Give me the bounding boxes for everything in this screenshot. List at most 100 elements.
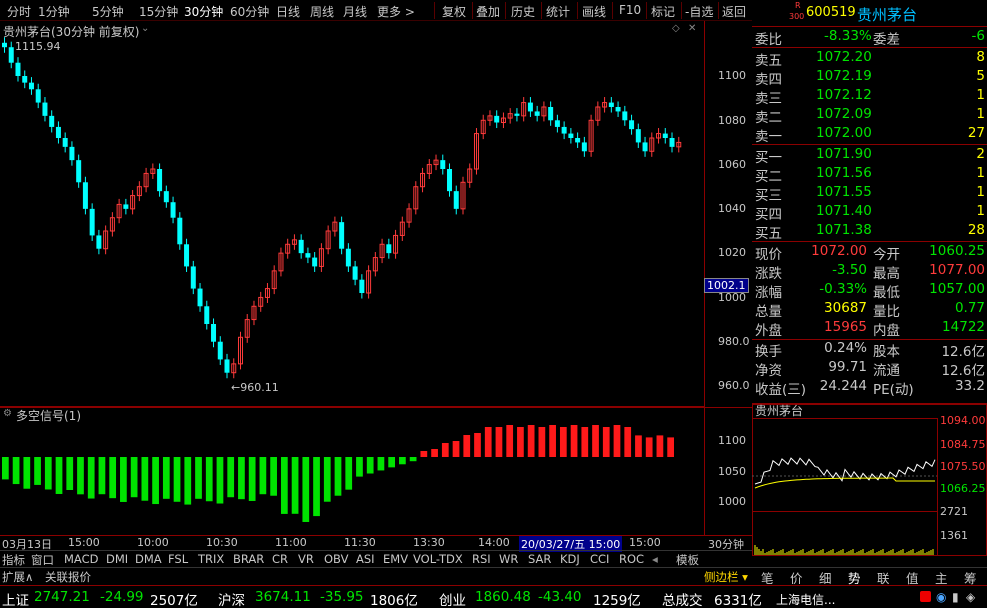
diamond-icon[interactable]: ◇ xyxy=(672,23,680,34)
gear-icon[interactable]: ⚙ xyxy=(3,408,12,419)
back-button[interactable]: 返回 xyxy=(722,3,746,20)
info-row: 收益(三) 24.244 PE(动) 33.2 xyxy=(752,377,987,398)
candle-body xyxy=(82,182,88,209)
period-tab-30min[interactable]: 30分钟 xyxy=(184,3,223,20)
period-tab-daily[interactable]: 日线 xyxy=(276,3,300,20)
tab-fsl[interactable]: FSL xyxy=(168,552,188,566)
signal-bar-negative xyxy=(87,457,95,499)
tab-obv[interactable]: OBV xyxy=(324,552,348,566)
settings-icon[interactable]: ◈ xyxy=(966,590,975,604)
tab-indicator[interactable]: 指标 xyxy=(2,552,25,568)
history-button[interactable]: 历史 xyxy=(511,3,535,20)
ask-row[interactable]: 卖三 1072.12 1 xyxy=(752,86,987,107)
index-value: 2747.21 xyxy=(34,589,90,605)
index-name[interactable]: 上证 xyxy=(2,589,29,608)
remove-favorite-button[interactable]: -自选 xyxy=(685,3,713,20)
indicator-title: 多空信号(1) xyxy=(16,409,81,423)
mini-intraday-chart[interactable]: 贵州茅台 1094.00 1084.75 1075.50 1066.25 272… xyxy=(752,404,987,556)
period-tab-fenshi[interactable]: 分时 xyxy=(7,3,31,20)
signal-bar-negative xyxy=(98,457,106,495)
stats-button[interactable]: 统计 xyxy=(546,3,570,20)
bid-row[interactable]: 买一 1071.90 2 xyxy=(752,145,987,166)
ask-row[interactable]: 卖二 1072.09 1 xyxy=(752,105,987,126)
period-tab-60min[interactable]: 60分钟 xyxy=(230,3,269,20)
tab-macd[interactable]: MACD xyxy=(64,552,98,566)
tab-cr[interactable]: CR xyxy=(272,552,288,566)
chevron-down-icon[interactable]: ⌄ xyxy=(141,23,149,34)
tab-rsi[interactable]: RSI xyxy=(472,552,491,566)
f10-button[interactable]: F10 xyxy=(619,3,641,17)
expand-button[interactable]: 扩展∧ xyxy=(2,569,33,585)
tab-brar[interactable]: BRAR xyxy=(233,552,264,566)
index-name[interactable]: 沪深 xyxy=(218,589,245,608)
period-tab-weekly[interactable]: 周线 xyxy=(310,3,334,20)
signal-bar-negative xyxy=(366,457,374,474)
ask-row[interactable]: 卖五 1072.20 8 xyxy=(752,48,987,69)
r-badge-num: 300 xyxy=(789,12,805,21)
info-label: 换手 xyxy=(755,344,782,360)
tab-cci[interactable]: CCI xyxy=(590,552,609,566)
candle-body xyxy=(55,126,61,138)
bid-row[interactable]: 买二 1071.56 1 xyxy=(752,164,987,185)
chevron-left-icon[interactable]: ◂ xyxy=(652,552,658,566)
tab-roc[interactable]: ROC xyxy=(619,552,644,566)
ask-label: 卖一 xyxy=(755,129,782,145)
tab-template[interactable]: 模板 xyxy=(676,552,699,568)
tab-emv[interactable]: EMV xyxy=(383,552,408,566)
tab-asi[interactable]: ASI xyxy=(356,552,375,566)
signal-bar-negative xyxy=(205,457,213,502)
signal-bar-negative xyxy=(23,457,31,489)
signal-bar-negative xyxy=(77,457,84,495)
info-value: 24.244 xyxy=(819,378,867,394)
related-quote-button[interactable]: 关联报价 xyxy=(45,569,91,585)
index-name[interactable]: 创业 xyxy=(439,589,466,608)
stat-value: 1060.25 xyxy=(929,243,985,259)
mark-button[interactable]: 标记 xyxy=(651,3,675,20)
stat-value: -3.50 xyxy=(832,262,867,278)
tab-window[interactable]: 窗口 xyxy=(31,552,54,568)
ask-volume: 1 xyxy=(976,87,985,103)
draw-line-button[interactable]: 画线 xyxy=(582,3,606,20)
candle-body xyxy=(204,306,210,324)
info-value: 0.24% xyxy=(824,340,867,356)
signal-bar-negative xyxy=(388,457,396,468)
period-tab-15min[interactable]: 15分钟 xyxy=(139,3,178,20)
side-bar-toggle[interactable]: 侧边栏 ▾ xyxy=(704,569,748,585)
alert-icon[interactable] xyxy=(920,591,931,602)
tab-wr[interactable]: WR xyxy=(499,552,518,566)
network-icon[interactable]: ▮ xyxy=(952,590,959,604)
tab-sar[interactable]: SAR xyxy=(528,552,551,566)
tab-dmi[interactable]: DMI xyxy=(106,552,128,566)
bid-volume: 1 xyxy=(976,203,985,219)
main-kline-chart[interactable]: 贵州茅台(30分钟 前复权) ⌄ ◇ ✕ 1115.94 ←960.11 xyxy=(0,21,704,407)
close-icon[interactable]: ✕ xyxy=(688,23,696,34)
ask-volume: 27 xyxy=(967,125,985,141)
tab-trix[interactable]: TRIX xyxy=(198,552,224,566)
period-tab-more[interactable]: 更多 > xyxy=(377,3,415,20)
overlay-button[interactable]: 叠加 xyxy=(476,3,500,20)
info-label: 收益(三) xyxy=(755,382,807,398)
bid-row[interactable]: 买五 1071.38 28 xyxy=(752,221,987,242)
candle-body xyxy=(15,62,21,76)
indicator-chart[interactable]: ⚙ 多空信号(1) xyxy=(0,407,704,535)
candle-body xyxy=(197,288,203,307)
period-tab-5min[interactable]: 5分钟 xyxy=(92,3,124,20)
ask-row[interactable]: 卖四 1072.19 5 xyxy=(752,67,987,88)
tab-kdj[interactable]: KDJ xyxy=(560,552,580,566)
globe-icon[interactable]: ◉ xyxy=(936,590,946,604)
signal-bar-negative xyxy=(248,457,256,501)
y-tick: 960.0 xyxy=(718,379,750,392)
tab-vr[interactable]: VR xyxy=(298,552,314,566)
bid-row[interactable]: 买四 1071.40 1 xyxy=(752,202,987,223)
fuquan-button[interactable]: 复权 xyxy=(442,3,466,20)
period-tab-monthly[interactable]: 月线 xyxy=(343,3,367,20)
bid-row[interactable]: 买三 1071.55 1 xyxy=(752,183,987,204)
news-ticker[interactable]: 上海电信... xyxy=(776,591,835,608)
period-tab-1min[interactable]: 1分钟 xyxy=(38,3,70,20)
mini-avg-line xyxy=(754,477,935,489)
x-tick: 15:00 xyxy=(68,536,100,549)
tab-vol-tdx[interactable]: VOL-TDX xyxy=(413,552,463,566)
ask-row[interactable]: 卖一 1072.00 27 xyxy=(752,124,987,145)
tab-dma[interactable]: DMA xyxy=(135,552,162,566)
signal-bar-negative xyxy=(280,457,288,514)
